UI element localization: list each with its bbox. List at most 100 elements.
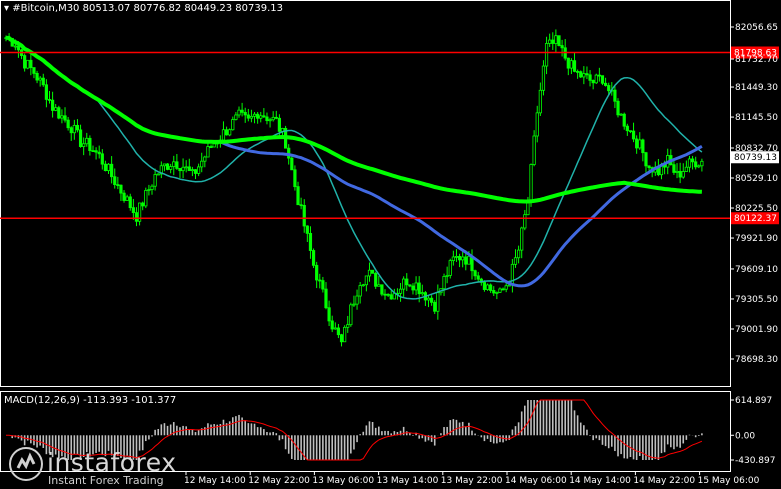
candle-body (228, 129, 232, 136)
candle-body (520, 227, 524, 251)
candle-body (296, 186, 300, 206)
candle-body (153, 174, 157, 187)
symbol-label: #Bitcoin,M30 (12, 3, 80, 14)
candle-body (417, 282, 421, 295)
candle-body (302, 205, 306, 227)
candle-body (106, 163, 111, 172)
candle-body (426, 297, 431, 301)
candle-body (607, 85, 611, 92)
candle-body (430, 297, 434, 303)
price-axis-label: 81145.50 (735, 113, 778, 123)
candle-body (675, 170, 679, 173)
candle-body (237, 109, 241, 116)
candle-body (172, 161, 176, 167)
candle-body (330, 320, 334, 330)
candle-body (681, 171, 685, 178)
candle-body (339, 334, 344, 343)
candle-body (560, 45, 564, 49)
candle-body (147, 189, 151, 191)
candle-body (544, 43, 549, 67)
candle-body (370, 269, 375, 274)
candle-body (243, 111, 247, 116)
candle-body (495, 291, 499, 294)
candle-body (694, 161, 698, 168)
logo-wordmark: instaforex (47, 448, 177, 477)
candle-body (517, 249, 521, 259)
candle-body (467, 255, 471, 265)
candle-body (628, 130, 633, 133)
horizontal-levels[interactable]: 81798.6380122.3780739.13 (0, 46, 779, 225)
price-axis-label: 79921.90 (735, 234, 778, 244)
time-axis-label: 14 May 06:00 (505, 476, 567, 486)
candle-body (501, 288, 505, 291)
candle-body (187, 166, 191, 172)
candle-body (82, 143, 86, 147)
candle-body (454, 255, 459, 258)
candle-body (358, 285, 362, 297)
candle-body (464, 256, 468, 265)
candle-body (141, 202, 145, 207)
candle-body (532, 135, 536, 165)
candle-body (197, 166, 201, 174)
current-price-text: 80739.13 (734, 153, 777, 163)
macd-axis-label: 614.897 (735, 396, 772, 406)
candle-body (259, 115, 263, 119)
candle-body (100, 153, 104, 165)
dropdown-triangle-icon[interactable]: ▾ (4, 3, 9, 14)
candle-body (75, 124, 80, 131)
candle-body (414, 282, 418, 291)
time-axis-label: 12 May 22:00 (248, 476, 310, 486)
instaforex-logo-icon (9, 447, 43, 481)
candle-body (69, 127, 73, 134)
candle-body (234, 114, 238, 120)
candle-body (78, 129, 83, 147)
candle-body (594, 74, 598, 84)
price-axis-label: 79305.50 (735, 295, 778, 305)
candle-body (473, 270, 477, 277)
price-axis: 82056.65 81732.70 81449.30 81145.50 80832.70… (730, 23, 778, 365)
candle-body (256, 113, 260, 119)
candle-body (16, 45, 21, 51)
candle-body (498, 288, 502, 293)
candle-body (290, 157, 294, 171)
candle-body (535, 112, 539, 137)
candle-body (44, 84, 48, 100)
candle-body (249, 115, 254, 119)
candle-body (457, 255, 462, 261)
candle-body (383, 293, 387, 296)
candle-body (678, 170, 682, 178)
candle-body (150, 185, 154, 190)
candle-body (336, 327, 341, 336)
candle-body (91, 150, 95, 152)
candle-body (572, 60, 577, 72)
candle-body (318, 279, 322, 282)
candle-body (231, 119, 235, 131)
candle-body (26, 59, 30, 69)
candle-body (209, 146, 213, 148)
candle-body (240, 109, 244, 113)
candle-body (557, 35, 561, 46)
price-axis-label: 81449.30 (735, 83, 778, 93)
candle-body (268, 119, 272, 122)
macd-axis-label: -430.897 (735, 456, 775, 466)
candle-body (489, 284, 493, 291)
price-axis-label: 79001.90 (735, 325, 778, 335)
candle-body (35, 72, 39, 81)
candle-body (445, 275, 449, 277)
candle-body (165, 163, 170, 170)
candle-body (408, 284, 412, 287)
candle-body (631, 130, 636, 140)
time-axis-label: 13 May 14:00 (377, 476, 439, 486)
candle-body (203, 156, 207, 162)
candle-body (293, 169, 297, 188)
candle-body (355, 295, 359, 305)
candle-body (72, 124, 76, 134)
candle-body (60, 115, 64, 119)
candle-body (461, 256, 465, 261)
time-axis: 12 May 14:00 12 May 22:00 13 May 06:00 13 M… (184, 471, 760, 486)
candle-body (63, 115, 67, 121)
price-chart[interactable]: 81798.6380122.3780739.13 82056.6581732.7… (0, 0, 781, 489)
candle-body (144, 189, 148, 207)
candle-body (603, 82, 608, 86)
candle-body (352, 303, 356, 306)
